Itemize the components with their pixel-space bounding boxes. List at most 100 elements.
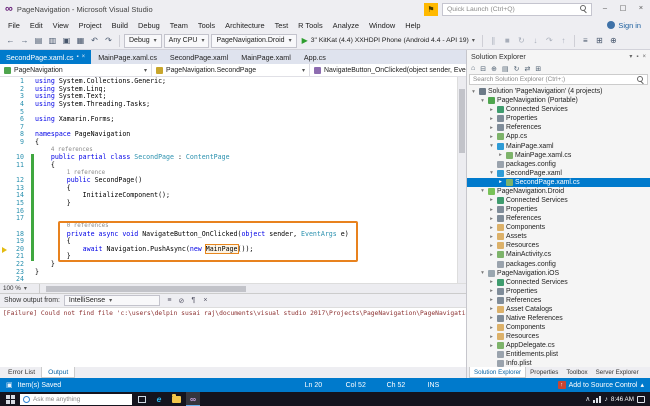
list-icon[interactable]: ≡ (579, 34, 592, 48)
code-line[interactable]: 9{ (0, 138, 466, 147)
tree-item-solution-pagenavigation-4-projects[interactable]: ▾ Solution 'PageNavigation' (4 projects) (467, 87, 650, 96)
panel-tab-solution-explorer[interactable]: Solution Explorer (469, 367, 527, 378)
tree-item-asset-catalogs[interactable]: ▸ Asset Catalogs (467, 305, 650, 314)
start-button[interactable] (3, 392, 17, 406)
tree-item-appdelegate.cs[interactable]: ▸ AppDelegate.cs (467, 341, 650, 350)
scrollbar-thumb[interactable] (46, 285, 246, 292)
code-line[interactable]: 23} (0, 268, 466, 277)
grid-icon[interactable]: ⊞ (593, 34, 606, 48)
code-line[interactable]: 17 (0, 215, 466, 223)
tree-item-resources[interactable]: ▸ Resources (467, 241, 650, 250)
tree-item-entitlements.plist[interactable]: Entitlements.plist (467, 350, 650, 359)
panel-tab-server-explorer[interactable]: Server Explorer (592, 367, 643, 378)
tree-item-references[interactable]: ▸ References (467, 296, 650, 305)
refresh-icon[interactable]: ↻ (514, 65, 520, 73)
expander-icon[interactable]: ▸ (488, 207, 495, 213)
sign-in-button[interactable]: Sign in (607, 21, 647, 30)
sync-icon[interactable]: ⇄ (524, 65, 530, 73)
tab-mainpage.xaml.cs[interactable]: MainPage.xaml.cs (92, 50, 163, 64)
close-button[interactable]: × (632, 0, 650, 15)
menu-item-edit[interactable]: Edit (25, 18, 48, 32)
save-all-icon[interactable]: ▦ (74, 34, 87, 48)
expander-icon[interactable]: ▸ (488, 297, 495, 303)
tab-app.cs[interactable]: App.cs (298, 50, 332, 64)
show-all-icon[interactable]: ▤ (502, 65, 509, 73)
code-line[interactable]: 8 namespace PageNavigation (0, 131, 466, 139)
collapse-all-icon[interactable]: ⊟ (480, 65, 486, 73)
tree-item-packages.config[interactable]: packages.config (467, 160, 650, 169)
tree-item-components[interactable]: ▸ Components (467, 223, 650, 232)
menu-item-project[interactable]: Project (74, 18, 107, 32)
close-icon[interactable]: × (82, 54, 86, 60)
forward-icon[interactable]: → (18, 34, 31, 48)
add-to-source-control-button[interactable]: ↑ Add to Source Control ▴ (557, 381, 644, 389)
tree-item-components[interactable]: ▸ Components (467, 323, 650, 332)
menu-item-build[interactable]: Build (107, 18, 133, 32)
platform-dropdown[interactable]: Any CPU ▾ (163, 33, 210, 48)
redo-icon[interactable]: ↷ (102, 34, 115, 48)
stop-icon[interactable]: ■ (501, 34, 514, 48)
back-icon[interactable]: ← (4, 34, 17, 48)
run-button[interactable]: ▶ 3" KitKat (4.4) XXHDPI Phone (Android … (299, 34, 478, 48)
expander-icon[interactable]: ▸ (488, 306, 495, 312)
tree-item-pagenavigation.ios[interactable]: ▾ PageNavigation.iOS (467, 269, 650, 278)
home-icon[interactable]: ⌂ (471, 65, 475, 72)
tree-item-references[interactable]: ▸ References (467, 214, 650, 223)
task-view-button[interactable] (135, 392, 149, 406)
taskbar-search-input[interactable] (33, 395, 129, 403)
tab-secondpage.xaml[interactable]: SecondPage.xaml (164, 50, 234, 64)
tree-item-assets[interactable]: ▸ Assets (467, 232, 650, 241)
expander-icon[interactable]: ▸ (488, 334, 495, 340)
expander-icon[interactable]: ▾ (488, 143, 495, 149)
feedback-flag-icon[interactable]: ⚑ (424, 2, 438, 16)
expander-icon[interactable]: ▸ (488, 243, 495, 249)
menu-item-test[interactable]: Test (270, 18, 294, 32)
tree-item-mainpage.xaml[interactable]: ▾ MainPage.xaml (467, 141, 650, 150)
grid-icon[interactable]: ⊞ (535, 65, 541, 73)
expander-icon[interactable]: ▸ (488, 252, 495, 258)
pin-icon[interactable]: ▪ (636, 54, 638, 60)
code-editor[interactable]: 1 using System.Collections.Generic; 2 using… (0, 77, 466, 283)
project-dropdown[interactable]: PageNavigation ▾ (0, 64, 152, 76)
expander-icon[interactable]: ▸ (488, 216, 495, 222)
maximize-button[interactable]: ▢ (614, 0, 632, 15)
menu-item-team[interactable]: Team (165, 18, 193, 32)
tree-item-packages.config[interactable]: packages.config (467, 259, 650, 268)
expander-icon[interactable]: ▸ (488, 116, 495, 122)
expander-icon[interactable]: ▸ (488, 134, 495, 140)
expander-icon[interactable]: ▸ (488, 325, 495, 331)
tree-item-pagenavigation.droid[interactable]: ▾ PageNavigation.Droid (467, 187, 650, 196)
tree-item-secondpage.xaml[interactable]: ▾ SecondPage.xaml (467, 169, 650, 178)
expander-icon[interactable]: ▸ (497, 179, 504, 185)
minimize-button[interactable]: – (596, 0, 614, 15)
code-line[interactable]: 21 } (0, 253, 466, 261)
tree-item-connected-services[interactable]: ▸ Connected Services (467, 196, 650, 205)
edge-browser-icon[interactable]: e (152, 392, 166, 406)
tree-item-properties[interactable]: ▸ Properties (467, 205, 650, 214)
type-dropdown[interactable]: PageNavigation.SecondPage ▾ (152, 64, 310, 76)
member-dropdown[interactable]: NavigateButton_OnClicked(object sender, … (310, 64, 466, 76)
code-line[interactable]: 22 } (0, 260, 466, 269)
tree-item-pagenavigation-portable[interactable]: ▾ PageNavigation (Portable) (467, 96, 650, 105)
code-line[interactable]: 6 using Xamarin.Forms; (0, 115, 466, 124)
file-explorer-icon[interactable] (169, 392, 183, 406)
menu-item-architecture[interactable]: Architecture (220, 18, 269, 32)
code-line[interactable]: 11 { (0, 161, 466, 170)
menu-item-file[interactable]: File (3, 18, 25, 32)
expander-icon[interactable]: ▸ (488, 234, 495, 240)
expander-icon[interactable]: ▸ (488, 288, 495, 294)
quick-launch-input[interactable] (447, 5, 577, 13)
tab-mainpage.xaml[interactable]: MainPage.xaml (235, 50, 297, 64)
close-icon[interactable]: × (642, 54, 646, 60)
expander-icon[interactable]: ▾ (470, 89, 477, 95)
tree-item-mainactivity.cs[interactable]: ▸ MainActivity.cs (467, 250, 650, 259)
pin-icon[interactable]: ▪ (77, 54, 79, 60)
expander-icon[interactable]: ▸ (488, 125, 495, 131)
tree-item-references[interactable]: ▸ References (467, 123, 650, 132)
code-line[interactable]: 15 } (0, 199, 466, 208)
step-into-icon[interactable]: ↓ (529, 34, 542, 48)
expander-icon[interactable]: ▸ (488, 107, 495, 113)
tree-item-mainpage.xaml.cs[interactable]: ▸ MainPage.xaml.cs (467, 151, 650, 160)
properties-icon[interactable]: ⊕ (491, 65, 497, 73)
volume-icon[interactable]: ♪ (604, 396, 608, 403)
